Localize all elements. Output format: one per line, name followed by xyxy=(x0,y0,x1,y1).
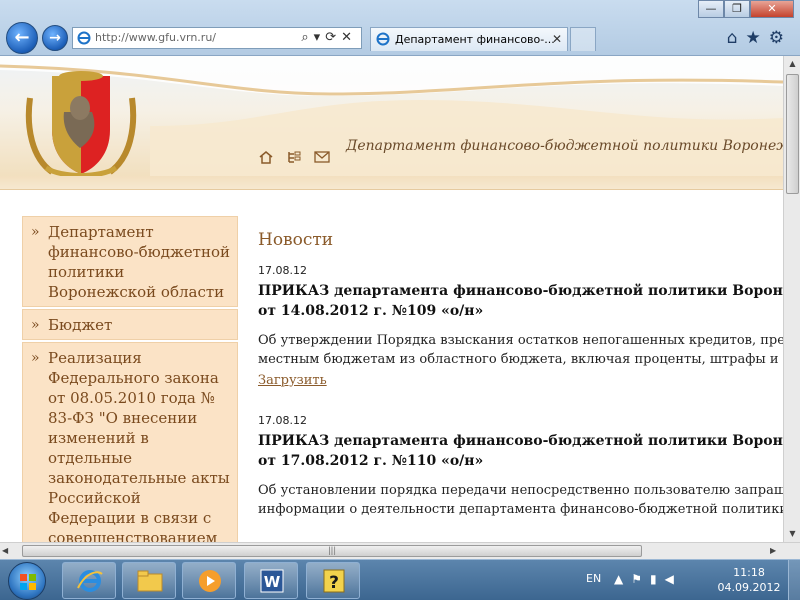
news-date: 17.08.12 xyxy=(258,414,307,427)
address-bar[interactable]: http://www.gfu.vrn.ru/ ⌕▾⟳✕ xyxy=(72,27,362,49)
site-header: Департамент финансово-бюджетной политики… xyxy=(0,56,783,190)
bullet-icon: » xyxy=(31,224,40,240)
svg-text:W: W xyxy=(264,573,281,591)
header-band xyxy=(0,176,783,190)
scroll-up-arrow-icon[interactable]: ▲ xyxy=(785,56,800,72)
bullet-icon: » xyxy=(31,350,40,366)
sidebar-item-label: Реализация Федерального закона от 08.05.… xyxy=(48,349,230,542)
maximize-button[interactable]: ❐ xyxy=(724,0,750,18)
scroll-left-arrow-icon[interactable]: ◀ xyxy=(2,543,8,559)
home-favorites-tools-icons[interactable]: ⌂★⚙ xyxy=(727,28,792,48)
sidebar-item-budget[interactable]: » Бюджет xyxy=(22,309,238,340)
site-title: Департамент финансово-бюджетной политики… xyxy=(346,138,783,154)
sidebar-menu: » Департамент финансово-бюджетной полити… xyxy=(22,216,238,542)
coat-of-arms-logo xyxy=(25,71,137,178)
news-heading: Новости xyxy=(258,230,334,250)
sitemap-icon[interactable] xyxy=(286,150,302,164)
news-item: 17.08.12 ПРИКАЗ департамента финансово-б… xyxy=(258,414,783,519)
ie-icon xyxy=(376,32,390,46)
news-title-line: от 17.08.2012 г. №110 «о/н» xyxy=(258,453,484,469)
news-date: 17.08.12 xyxy=(258,264,307,277)
minimize-button[interactable]: — xyxy=(698,0,724,18)
browser-chrome: ← → http://www.gfu.vrn.ru/ ⌕▾⟳✕ Департам… xyxy=(0,0,800,56)
start-button[interactable] xyxy=(8,562,46,600)
windows-logo-icon xyxy=(20,574,36,590)
scroll-down-arrow-icon[interactable]: ▼ xyxy=(785,526,800,542)
news-excerpt-line: Об установлении порядка передачи непосре… xyxy=(258,483,783,498)
news-title[interactable]: ПРИКАЗ департамента финансово-бюджетной … xyxy=(258,281,783,321)
home-icon[interactable] xyxy=(258,150,274,164)
taskbar-media-player-button[interactable] xyxy=(182,562,236,599)
taskbar: W ? EN ▲⚑▮◀ 11:18 04.09.2012 xyxy=(0,559,800,600)
page-viewport: Департамент финансово-бюджетной политики… xyxy=(0,56,783,542)
taskbar-word-button[interactable]: W xyxy=(244,562,298,599)
window-controls: — ❐ ✕ xyxy=(698,0,794,18)
horizontal-scroll-thumb[interactable]: ||| xyxy=(22,545,642,557)
show-desktop-button[interactable] xyxy=(788,560,800,600)
word-icon: W xyxy=(260,569,284,593)
scroll-right-arrow-icon[interactable]: ▶ xyxy=(770,543,776,559)
tray-icons[interactable]: ▲⚑▮◀ xyxy=(614,572,682,586)
address-tools-icons[interactable]: ⌕▾⟳✕ xyxy=(301,30,357,45)
media-player-icon xyxy=(199,570,221,592)
tab-title: Департамент финансово-... xyxy=(395,33,555,46)
close-button[interactable]: ✕ xyxy=(750,0,794,18)
news-excerpt-line: информации о деятельности департамента ф… xyxy=(258,502,783,517)
news-excerpt-line: Об утверждении Порядка взыскания остатко… xyxy=(258,333,783,348)
sidebar-item-label: Бюджет xyxy=(48,316,113,334)
news-excerpt-line: местным бюджетам из областного бюджета, … xyxy=(258,352,783,367)
news-title[interactable]: ПРИКАЗ департамента финансово-бюджетной … xyxy=(258,431,783,471)
download-link[interactable]: Загрузить xyxy=(258,373,327,388)
news-item: 17.08.12 ПРИКАЗ департамента финансово-б… xyxy=(258,264,783,388)
new-tab-button[interactable] xyxy=(570,27,596,51)
system-clock[interactable]: 11:18 04.09.2012 xyxy=(716,565,782,595)
tab-close-icon[interactable]: ✕ xyxy=(552,32,562,46)
vertical-scrollbar[interactable]: ▲ ▼ xyxy=(783,56,800,542)
horizontal-scrollbar[interactable]: ◀ ||| ▶ xyxy=(0,542,800,559)
news-title-line: ПРИКАЗ департамента финансово-бюджетной … xyxy=(258,433,783,449)
taskbar-explorer-button[interactable] xyxy=(122,562,176,599)
svg-text:?: ? xyxy=(329,573,339,593)
ie-icon xyxy=(77,31,91,45)
sidebar-item-label: Департамент финансово-бюджетной политики… xyxy=(48,223,230,301)
sidebar-item-department[interactable]: » Департамент финансово-бюджетной полити… xyxy=(22,216,238,307)
taskbar-ie-button[interactable] xyxy=(62,562,116,599)
ie-icon xyxy=(77,570,103,592)
vertical-scroll-thumb[interactable] xyxy=(786,74,799,194)
clock-time: 11:18 xyxy=(733,566,765,579)
header-icons xyxy=(258,150,330,164)
language-indicator[interactable]: EN xyxy=(586,572,601,585)
back-button[interactable]: ← xyxy=(6,22,38,54)
news-excerpt: Об утверждении Порядка взыскания остатко… xyxy=(258,331,783,369)
sidebar-item-federal-law[interactable]: » Реализация Федерального закона от 08.0… xyxy=(22,342,238,542)
mail-icon[interactable] xyxy=(314,150,330,164)
taskbar-help-button[interactable]: ? xyxy=(306,562,360,599)
address-url: http://www.gfu.vrn.ru/ xyxy=(95,31,217,44)
news-title-line: ПРИКАЗ департамента финансово-бюджетной … xyxy=(258,283,783,299)
help-icon: ? xyxy=(323,569,345,593)
clock-date: 04.09.2012 xyxy=(717,581,781,594)
bullet-icon: » xyxy=(31,317,40,333)
news-excerpt: Об установлении порядка передачи непосре… xyxy=(258,481,783,519)
news-title-line: от 14.08.2012 г. №109 «о/н» xyxy=(258,303,484,319)
folder-icon xyxy=(137,570,163,592)
forward-button[interactable]: → xyxy=(42,25,68,51)
news-section: Новости 17.08.12 ПРИКАЗ департамента фин… xyxy=(258,230,783,542)
tab-active[interactable]: Департамент финансово-... ✕ xyxy=(370,27,568,51)
